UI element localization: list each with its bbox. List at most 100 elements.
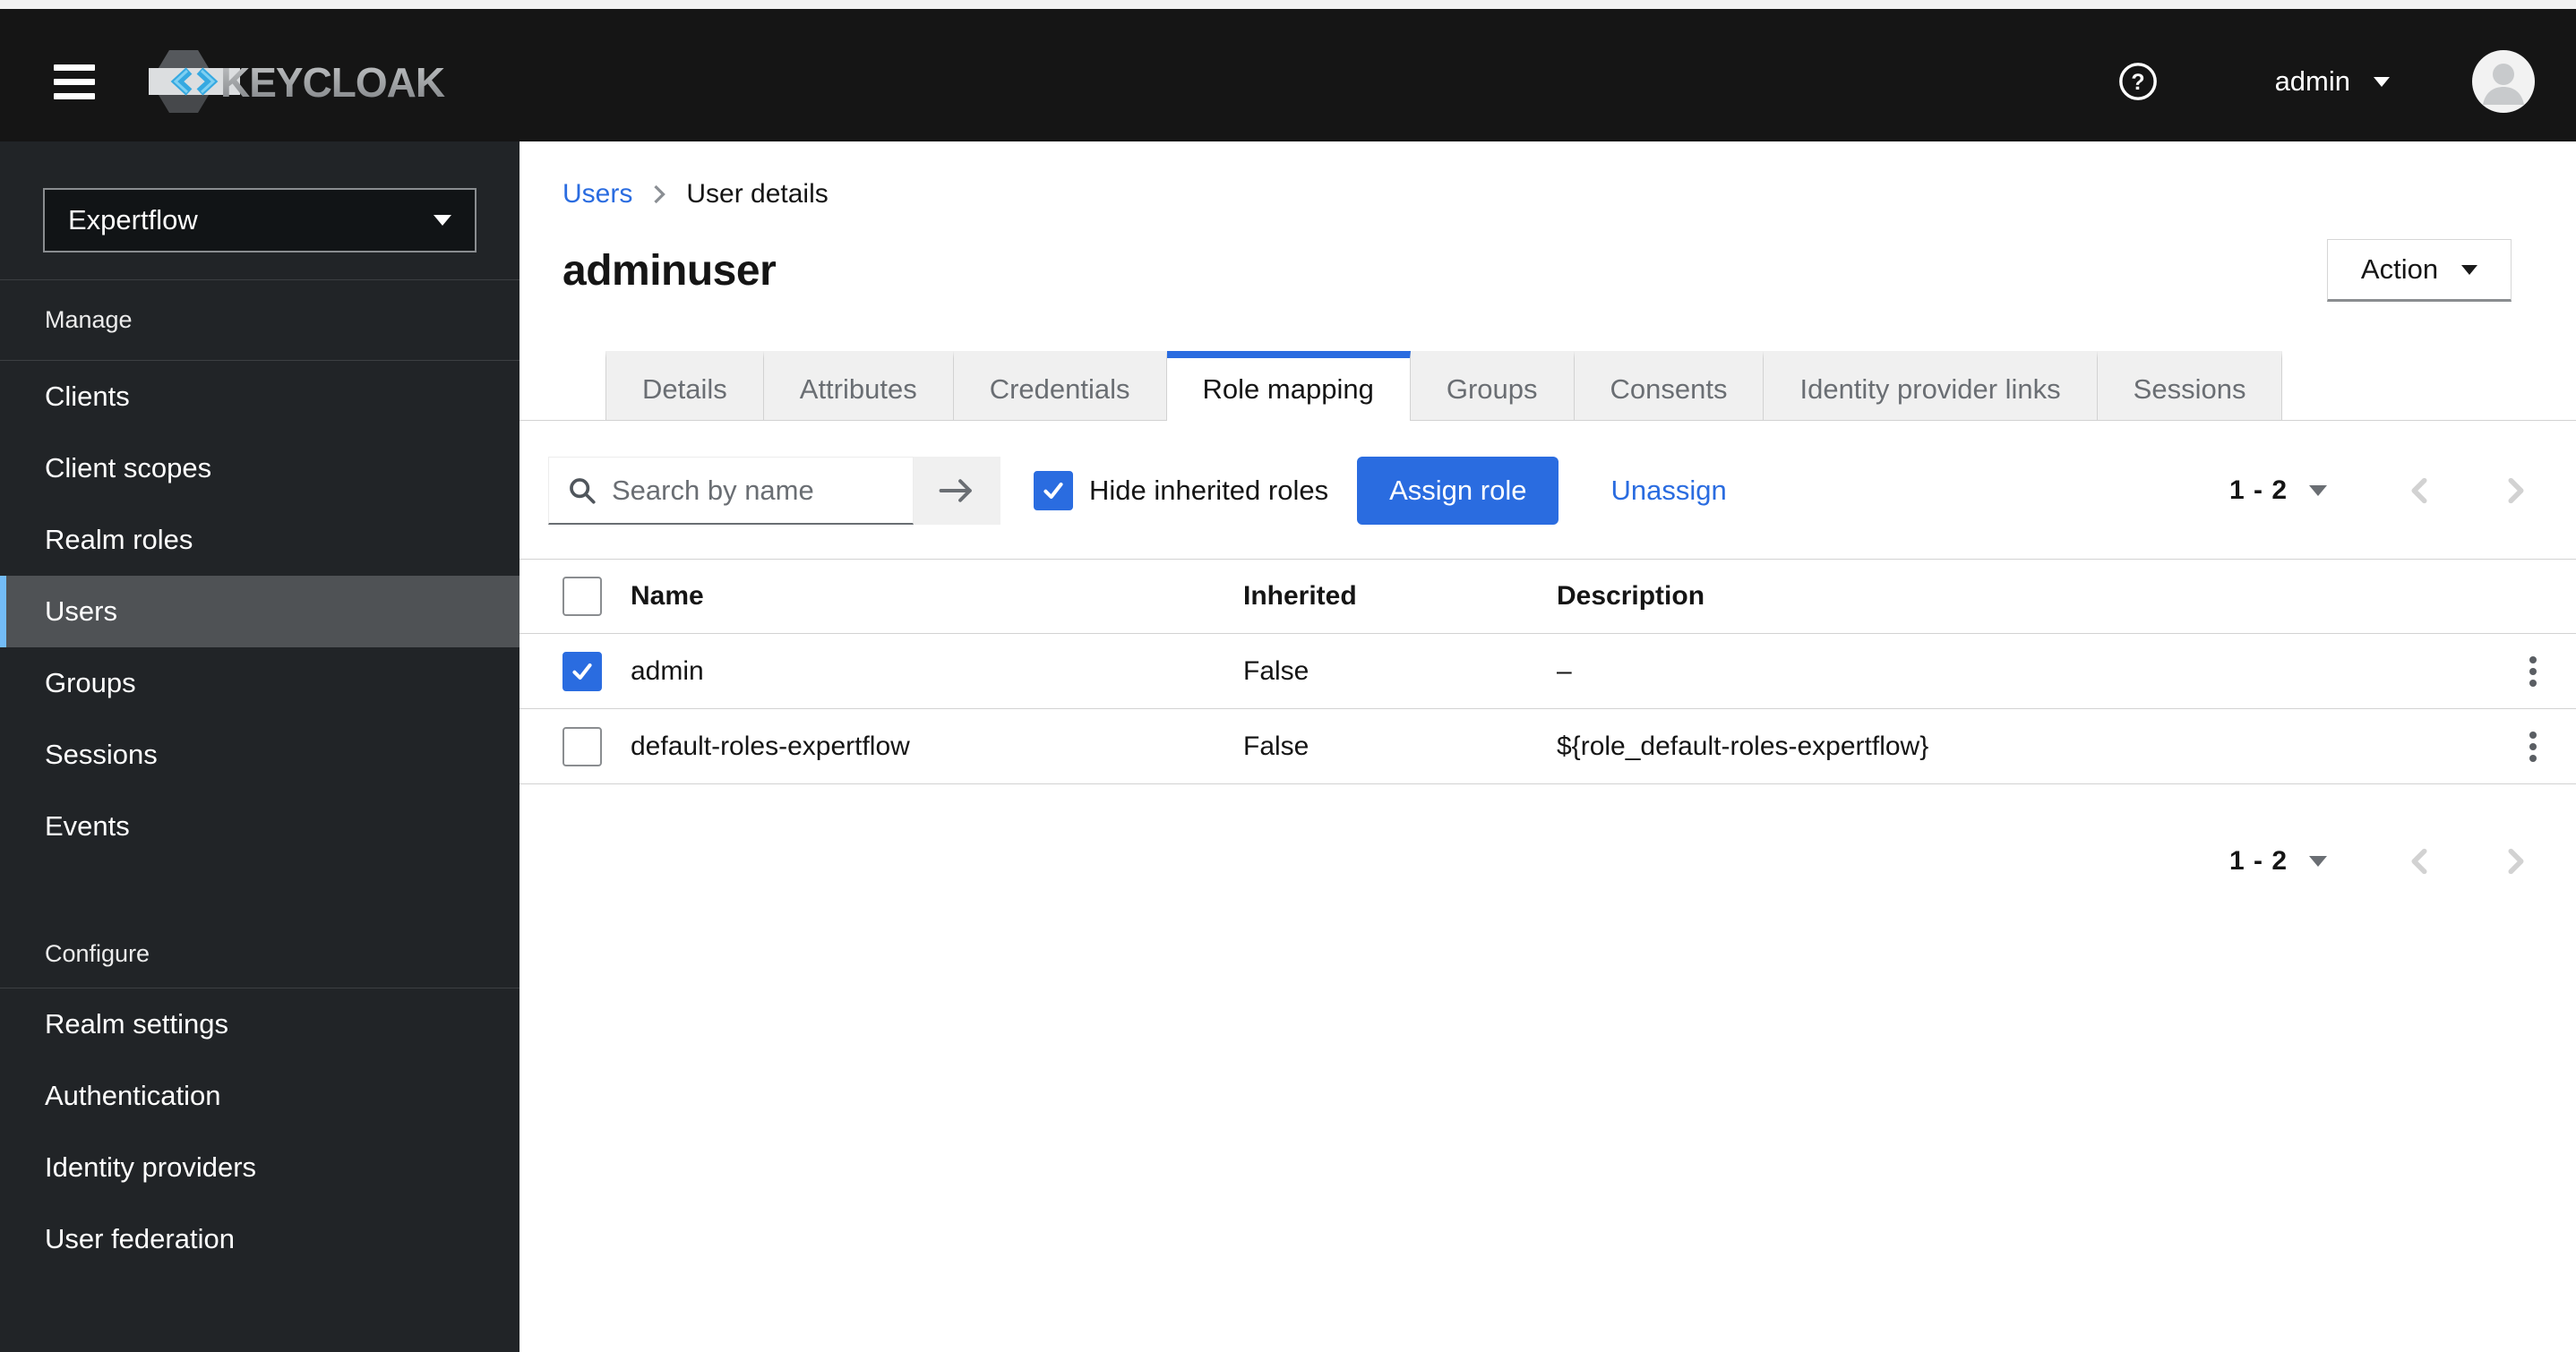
sidebar-item-label: Users	[45, 595, 117, 627]
masthead-right: ? admin	[2112, 50, 2535, 113]
hamburger-icon	[54, 64, 95, 99]
check-icon	[1043, 482, 1063, 500]
sidebar-item-clients[interactable]: Clients	[0, 361, 519, 432]
sidebar-item-groups[interactable]: Groups	[0, 647, 519, 719]
keycloak-admin-console: KEYCLOAK ? admin Expertflow Manage Clien…	[0, 0, 2576, 1352]
tab-label: Role mapping	[1202, 373, 1374, 405]
angle-left-icon	[2411, 477, 2427, 504]
cell-role-name: default-roles-expertflow	[631, 731, 910, 761]
nav-manage: Clients Client scopes Realm roles Users …	[0, 361, 519, 862]
search-group	[548, 457, 1000, 525]
row-checkbox[interactable]	[562, 651, 602, 691]
tab-label: Credentials	[989, 372, 1130, 405]
search-input[interactable]	[610, 473, 882, 508]
pagination-next-button[interactable]	[2499, 845, 2533, 877]
breadcrumb-current: User details	[686, 179, 829, 209]
row-kebab-button[interactable]	[2524, 720, 2542, 774]
sidebar-item-label: Authentication	[45, 1080, 221, 1111]
caret-down-icon	[2309, 856, 2327, 867]
tab-label: Consents	[1610, 372, 1728, 405]
page-head: adminuser Action	[562, 235, 2512, 306]
nav-toggle-button[interactable]	[48, 59, 100, 105]
realm-selector[interactable]: Expertflow	[43, 188, 477, 252]
sidebar-item-label: Sessions	[45, 739, 158, 770]
realm-selector-block: Expertflow	[0, 141, 519, 280]
sidebar-item-label: Events	[45, 810, 130, 842]
action-dropdown-button[interactable]: Action	[2327, 239, 2512, 302]
tab-bar-lead	[519, 351, 605, 421]
pagination-menu-toggle[interactable]: 1 - 2	[2224, 475, 2332, 507]
tab-groups[interactable]: Groups	[1410, 351, 1575, 421]
angle-left-icon	[2411, 848, 2427, 875]
realm-selector-value: Expertflow	[68, 204, 198, 235]
sidebar-item-realm-settings[interactable]: Realm settings	[0, 988, 519, 1060]
cell-inherited: False	[1243, 655, 1309, 686]
tab-details[interactable]: Details	[605, 351, 764, 421]
role-mapping-table: Name Inherited Description admin False –	[519, 559, 2576, 784]
tab-sessions[interactable]: Sessions	[2097, 351, 2283, 421]
sidebar-item-label: Client scopes	[45, 452, 212, 483]
table-row: default-roles-expertflow False ${role_de…	[519, 709, 2576, 784]
user-menu[interactable]: admin	[2270, 64, 2395, 98]
table-row: admin False –	[519, 634, 2576, 709]
tab-bar-tail	[2282, 351, 2576, 421]
sidebar-item-users[interactable]: Users	[0, 576, 519, 647]
tab-label: Groups	[1446, 372, 1538, 405]
pagination-prev-button[interactable]	[2402, 845, 2436, 877]
pagination-prev-button[interactable]	[2402, 475, 2436, 507]
cell-description: ${role_default-roles-expertflow}	[1557, 731, 1929, 761]
breadcrumb-link-users[interactable]: Users	[562, 179, 632, 210]
sidebar-item-identity-providers[interactable]: Identity providers	[0, 1132, 519, 1203]
nav-section-gap	[0, 862, 519, 920]
assign-role-button[interactable]: Assign role	[1357, 457, 1559, 525]
table-header-row: Name Inherited Description	[519, 559, 2576, 634]
keycloak-logo[interactable]: KEYCLOAK	[147, 44, 496, 119]
avatar[interactable]	[2472, 50, 2535, 113]
user-menu-label: admin	[2274, 65, 2350, 97]
tab-identity-provider-links[interactable]: Identity provider links	[1764, 351, 2098, 421]
cell-inherited: False	[1243, 731, 1309, 761]
cell-description: –	[1557, 655, 1572, 686]
pagination-bottom: 1 - 2	[2224, 833, 2533, 890]
sidebar-item-label: Identity providers	[45, 1151, 257, 1183]
caret-down-icon	[2309, 485, 2327, 496]
tab-credentials[interactable]: Credentials	[953, 351, 1167, 421]
nav-configure: Realm settings Authentication Identity p…	[0, 988, 519, 1275]
check-icon	[572, 663, 592, 680]
select-all-checkbox[interactable]	[562, 577, 602, 616]
caret-down-icon	[434, 215, 451, 226]
sidebar-item-user-federation[interactable]: User federation	[0, 1203, 519, 1275]
tab-role-mapping[interactable]: Role mapping	[1166, 351, 1411, 421]
sidebar: Expertflow Manage Clients Client scopes …	[0, 141, 519, 1352]
angle-right-icon	[2508, 848, 2524, 875]
help-button[interactable]: ?	[2112, 60, 2164, 103]
hide-inherited-label[interactable]: Hide inherited roles	[1089, 475, 1328, 507]
browser-edge-strip	[0, 0, 2576, 9]
tab-label: Details	[642, 372, 727, 405]
sidebar-item-label: Clients	[45, 381, 130, 412]
tab-consents[interactable]: Consents	[1574, 351, 1765, 421]
row-checkbox[interactable]	[562, 726, 602, 766]
pagination-next-button[interactable]	[2499, 475, 2533, 507]
tab-label: Sessions	[2133, 372, 2246, 405]
search-submit-button[interactable]	[914, 457, 1000, 525]
column-header-inherited: Inherited	[1243, 581, 1357, 611]
sidebar-item-events[interactable]: Events	[0, 791, 519, 862]
sidebar-item-realm-roles[interactable]: Realm roles	[0, 504, 519, 576]
tab-label: Attributes	[799, 372, 917, 405]
tab-attributes[interactable]: Attributes	[763, 351, 954, 421]
svg-text:?: ?	[2131, 70, 2144, 95]
pagination-menu-toggle[interactable]: 1 - 2	[2224, 845, 2332, 877]
action-dropdown-label: Action	[2360, 253, 2439, 285]
sidebar-item-label: Groups	[45, 667, 136, 698]
unassign-link[interactable]: Unassign	[1610, 475, 1726, 507]
pagination-range: 1 - 2	[2228, 475, 2288, 505]
tab-bar: Details Attributes Credentials Role mapp…	[519, 351, 2576, 421]
row-kebab-button[interactable]	[2524, 645, 2542, 698]
sidebar-item-client-scopes[interactable]: Client scopes	[0, 432, 519, 504]
role-mapping-toolbar: Hide inherited roles Assign role Unassig…	[548, 457, 2533, 525]
sidebar-item-authentication[interactable]: Authentication	[0, 1060, 519, 1132]
sidebar-item-sessions[interactable]: Sessions	[0, 719, 519, 791]
nav-section-label-configure: Configure	[0, 920, 519, 988]
hide-inherited-checkbox[interactable]	[1034, 471, 1073, 510]
